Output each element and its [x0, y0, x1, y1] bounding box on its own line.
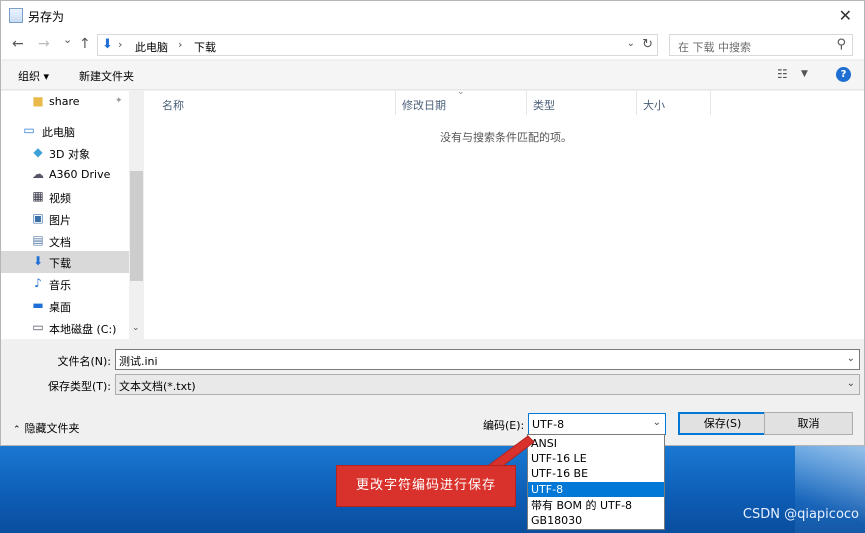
chevron-down-icon[interactable]: ⌄	[132, 323, 140, 333]
sidebar-item-downloads[interactable]: ⬇ 下载	[1, 251, 129, 273]
sidebar-item-label: 本地磁盘 (C:)	[49, 323, 117, 336]
video-icon: ▦	[32, 189, 44, 203]
search-icon[interactable]: ⚲	[836, 37, 846, 52]
cube-icon: ◆	[33, 145, 43, 159]
encoding-select[interactable]: UTF-8 ⌄	[528, 413, 666, 435]
disk-icon: ▭	[32, 320, 44, 334]
help-icon[interactable]: ?	[836, 67, 851, 82]
empty-folder-message: 没有与搜索条件匹配的项。	[440, 131, 572, 144]
column-header-name[interactable]: 名称	[156, 91, 396, 115]
sidebar-item-label: 下载	[49, 257, 71, 270]
sidebar-item-label: A360 Drive	[49, 168, 111, 181]
encoding-option-ansi[interactable]: ANSI	[528, 436, 664, 451]
encoding-dropdown-list: ANSI UTF-16 LE UTF-16 BE UTF-8 带有 BOM 的 …	[527, 434, 665, 530]
encoding-option-utf16be[interactable]: UTF-16 BE	[528, 466, 664, 481]
filename-label: 文件名(N):	[57, 355, 111, 368]
chevron-down-icon[interactable]: ▼	[801, 69, 808, 79]
toolbar: 组织 ▾ 新建文件夹 ☷ ▼ ?	[1, 61, 864, 90]
chevron-right-icon[interactable]: ›	[178, 38, 182, 51]
view-options-icon[interactable]: ☷	[777, 67, 788, 81]
chevron-down-icon[interactable]: ⌄	[847, 353, 855, 364]
search-box[interactable]: 在 下载 中搜索 ⚲	[669, 34, 853, 56]
annotation-callout: 更改字符编码进行保存	[336, 465, 516, 507]
sidebar-item-label: 视频	[49, 192, 71, 205]
scrollbar-thumb[interactable]	[130, 171, 143, 281]
notepad-icon	[9, 8, 23, 23]
column-header-type[interactable]: 类型	[527, 91, 637, 115]
document-icon: ▤	[32, 233, 44, 247]
chevron-down-icon[interactable]: ⌄	[847, 378, 855, 389]
up-button[interactable]: ↑	[79, 36, 91, 52]
filetype-value: 文本文档(*.txt)	[119, 380, 196, 393]
back-button[interactable]: ←	[12, 36, 24, 52]
sidebar-item-a360-drive[interactable]: ☁ A360 Drive	[1, 164, 129, 186]
computer-icon: ▭	[23, 123, 35, 137]
music-icon: ♪	[34, 276, 42, 290]
cloud-drive-icon: ☁	[32, 167, 44, 181]
filetype-select[interactable]: 文本文档(*.txt) ⌄	[115, 374, 860, 395]
breadcrumb-downloads[interactable]: 下载	[194, 39, 216, 55]
encoding-option-utf16le[interactable]: UTF-16 LE	[528, 451, 664, 466]
desktop-icon: ▬	[32, 298, 44, 312]
cancel-button[interactable]: 取消	[764, 412, 853, 435]
sidebar-item-documents[interactable]: ▤ 文档	[1, 230, 129, 252]
filename-field[interactable]: 测试.ini ⌄	[115, 349, 860, 370]
encoding-option-gb18030[interactable]: GB18030	[528, 513, 664, 528]
organize-menu[interactable]: 组织 ▾	[18, 68, 49, 84]
new-folder-button[interactable]: 新建文件夹	[79, 68, 134, 84]
chevron-right-icon[interactable]: ›	[118, 38, 122, 51]
sidebar-item-label: share	[49, 95, 80, 108]
sidebar-scrollbar[interactable]: ⌄	[129, 91, 144, 339]
search-input[interactable]: 在 下载 中搜索	[678, 39, 751, 55]
file-list: 名称 修改日期 类型 大小 ⌄ 没有与搜索条件匹配的项。	[144, 87, 864, 339]
title-bar: 另存为 ✕	[1, 1, 864, 31]
sidebar-item-this-pc[interactable]: ▭ 此电脑	[1, 120, 129, 142]
pin-icon[interactable]: ✦	[115, 96, 123, 106]
encoding-option-utf8[interactable]: UTF-8	[528, 482, 664, 497]
sidebar-item-local-disk[interactable]: ▭ 本地磁盘 (C:)	[1, 317, 129, 339]
sidebar-item-label: 此电脑	[42, 126, 75, 139]
navigation-pane: ■ share ✦ ▭ 此电脑 ◆ 3D 对象 ☁ A360 Drive ▦ 视…	[1, 91, 144, 339]
sidebar-item-label: 桌面	[49, 301, 71, 314]
filetype-label: 保存类型(T):	[47, 380, 111, 393]
breadcrumb-this-pc[interactable]: 此电脑	[135, 39, 168, 55]
sort-indicator-icon: ⌄	[457, 87, 465, 97]
navigation-bar: ← → ⌄ ↑ ⬇ › 此电脑 › 下载 ⌄ ↻ 在 下载 中搜索 ⚲	[1, 31, 864, 59]
close-button[interactable]: ✕	[839, 6, 852, 25]
chevron-up-icon: ⌃	[13, 425, 21, 435]
encoding-option-utf8-bom[interactable]: 带有 BOM 的 UTF-8	[528, 498, 664, 513]
sidebar-item-music[interactable]: ♪ 音乐	[1, 273, 129, 295]
sidebar-item-label: 3D 对象	[49, 148, 90, 161]
download-icon: ⬇	[32, 254, 44, 268]
sidebar-item-desktop[interactable]: ▬ 桌面	[1, 295, 129, 317]
forward-button[interactable]: →	[38, 36, 50, 52]
picture-icon: ▣	[32, 211, 44, 225]
refresh-icon[interactable]: ↻	[642, 37, 653, 52]
folder-icon: ■	[32, 94, 44, 108]
sidebar-item-label: 音乐	[49, 279, 71, 292]
sidebar-item-label: 文档	[49, 236, 71, 249]
sidebar-item-label: 图片	[49, 214, 71, 227]
filename-value: 测试.ini	[119, 355, 158, 368]
save-button[interactable]: 保存(S)	[678, 412, 767, 435]
sidebar-item-videos[interactable]: ▦ 视频	[1, 186, 129, 208]
address-bar[interactable]: ⬇ › 此电脑 › 下载 ⌄ ↻	[97, 34, 658, 56]
column-header-size[interactable]: 大小	[637, 91, 711, 115]
window-title: 另存为	[28, 10, 65, 24]
save-as-dialog: 另存为 ✕ ← → ⌄ ↑ ⬇ › 此电脑 › 下载 ⌄ ↻ 在 下载 中搜索 …	[0, 0, 865, 446]
sidebar-item-3d-objects[interactable]: ◆ 3D 对象	[1, 142, 129, 164]
sidebar-item-pictures[interactable]: ▣ 图片	[1, 208, 129, 230]
recent-locations-button[interactable]: ⌄	[63, 33, 72, 46]
chevron-down-icon[interactable]: ⌄	[627, 38, 635, 49]
hide-folders-label: 隐藏文件夹	[24, 422, 80, 435]
download-icon: ⬇	[102, 37, 113, 52]
watermark: CSDN @qiapicoco	[742, 507, 859, 522]
sidebar-item-share[interactable]: ■ share ✦	[1, 91, 129, 113]
chevron-down-icon[interactable]: ⌄	[653, 417, 661, 428]
hide-folders-button[interactable]: ⌃ 隐藏文件夹	[13, 420, 80, 436]
